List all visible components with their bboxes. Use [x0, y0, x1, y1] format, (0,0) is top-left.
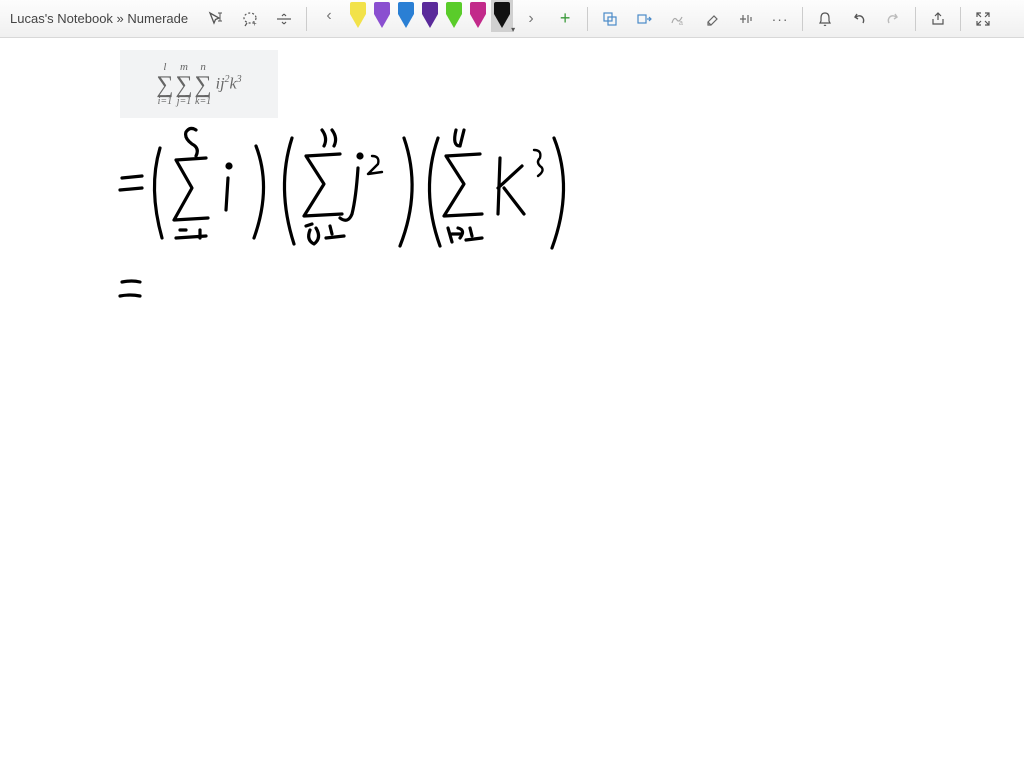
pen-darkpurple[interactable]	[419, 0, 441, 32]
toolbar: Lucas's Notebook » Numerade + ‹▾ › +	[0, 0, 1024, 38]
collapse-button[interactable]	[967, 3, 999, 35]
divider	[802, 7, 803, 31]
pen-body-icon	[422, 2, 438, 14]
canvas[interactable]: l ∑ i=1 m ∑ j=1 n ∑ k=1 ij2k3	[0, 38, 1024, 768]
math-tool[interactable]	[730, 3, 762, 35]
prev-pen-button[interactable]: ‹	[313, 0, 345, 32]
pen-body-icon	[374, 2, 390, 14]
chevron-right-icon: ›	[528, 10, 533, 28]
divider	[960, 7, 961, 31]
pen-body-icon	[470, 2, 486, 14]
pen-tip-icon	[470, 14, 486, 28]
pen-tip-icon	[422, 14, 438, 28]
ink-to-text-tool[interactable]: a	[662, 3, 694, 35]
share-button[interactable]	[922, 3, 954, 35]
pen-blue[interactable]	[395, 0, 417, 32]
pen-body-icon	[350, 2, 366, 14]
text-cursor-tool[interactable]	[200, 3, 232, 35]
next-pen-button[interactable]: ›	[515, 3, 547, 35]
breadcrumb: Lucas's Notebook » Numerade	[4, 11, 198, 26]
redo-button[interactable]	[877, 3, 909, 35]
shape-convert-tool[interactable]	[628, 3, 660, 35]
pen-body-icon	[398, 2, 414, 14]
pen-purple[interactable]	[371, 0, 393, 32]
pen-yellow[interactable]	[347, 0, 369, 32]
ink-layer	[0, 38, 1024, 768]
lasso-tool[interactable]: +	[234, 3, 266, 35]
shape-overlap-tool[interactable]	[594, 3, 626, 35]
divider	[587, 7, 588, 31]
undo-button[interactable]	[843, 3, 875, 35]
pen-green[interactable]	[443, 0, 465, 32]
split-tool[interactable]	[268, 3, 300, 35]
pen-tip-icon	[398, 14, 414, 28]
pen-tip-icon	[494, 14, 510, 28]
divider	[915, 7, 916, 31]
pen-body-icon	[446, 2, 462, 14]
chevron-left-icon: ‹	[326, 7, 331, 25]
chevron-down-icon: ▾	[511, 25, 515, 34]
pen-tip-icon	[374, 14, 390, 28]
svg-text:+: +	[252, 19, 257, 28]
pen-tip-icon	[350, 14, 366, 28]
svg-text:a: a	[679, 20, 683, 27]
plus-icon: +	[560, 8, 571, 29]
more-icon: ···	[772, 11, 789, 27]
add-pen-button[interactable]: +	[549, 3, 581, 35]
more-button[interactable]: ···	[764, 3, 796, 35]
pen-body-icon	[494, 2, 510, 14]
divider	[306, 7, 307, 31]
pen-magenta[interactable]	[467, 0, 489, 32]
pen-tip-icon	[446, 14, 462, 28]
notifications-button[interactable]	[809, 3, 841, 35]
eraser-tool[interactable]	[696, 3, 728, 35]
pen-group: ‹▾	[313, 0, 513, 38]
pen-black[interactable]: ▾	[491, 0, 513, 32]
